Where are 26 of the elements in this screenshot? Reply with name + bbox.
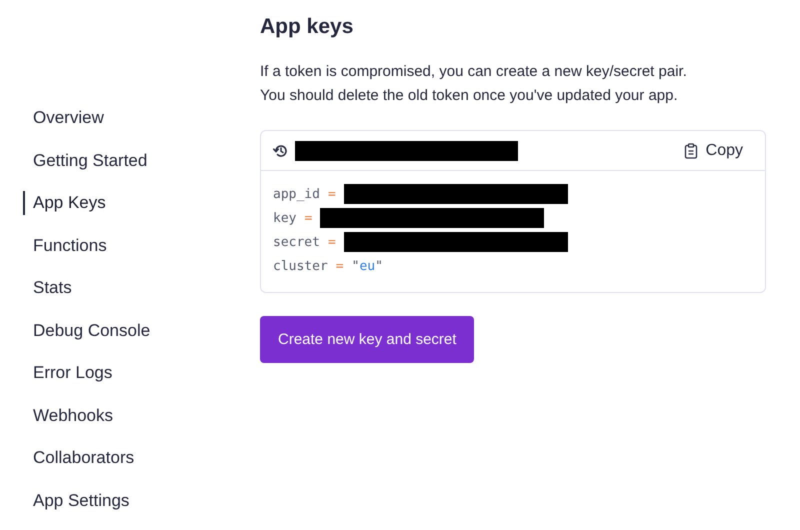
history-icon[interactable]: [273, 142, 289, 158]
code-operator: =: [328, 234, 336, 250]
code-key: key: [273, 210, 296, 226]
sidebar-item[interactable]: Debug Console: [23, 318, 150, 342]
page-title: App keys: [260, 14, 354, 40]
code-operator: =: [336, 258, 344, 274]
code-string: "eu": [352, 258, 383, 274]
sidebar-item[interactable]: Error Logs: [23, 361, 112, 385]
sidebar-item[interactable]: Getting Started: [23, 148, 148, 172]
code-key: cluster: [273, 258, 328, 274]
sidebar-item[interactable]: Overview: [23, 106, 104, 130]
sidebar-item[interactable]: App Keys: [23, 191, 106, 215]
code-key: secret: [273, 234, 320, 250]
copy-button[interactable]: Copy: [674, 138, 753, 164]
sidebar-item[interactable]: Webhooks: [23, 404, 114, 428]
code-operator: =: [328, 186, 336, 202]
code-key: app_id: [273, 186, 320, 202]
code-operator: =: [304, 210, 312, 226]
description-text: If a token is compromised, you can create a new key/secret pair.: [260, 62, 688, 82]
create-key-button[interactable]: Create new key and secret: [260, 316, 474, 363]
sidebar-item[interactable]: Functions: [23, 234, 107, 258]
sidebar-item[interactable]: Collaborators: [23, 446, 134, 470]
description-text: You should delete the old token once you've updated your app.: [260, 86, 679, 106]
sidebar-item[interactable]: Stats: [23, 276, 72, 300]
sidebar-item[interactable]: App Settings: [23, 488, 130, 512]
clipboard-icon: [684, 142, 698, 158]
